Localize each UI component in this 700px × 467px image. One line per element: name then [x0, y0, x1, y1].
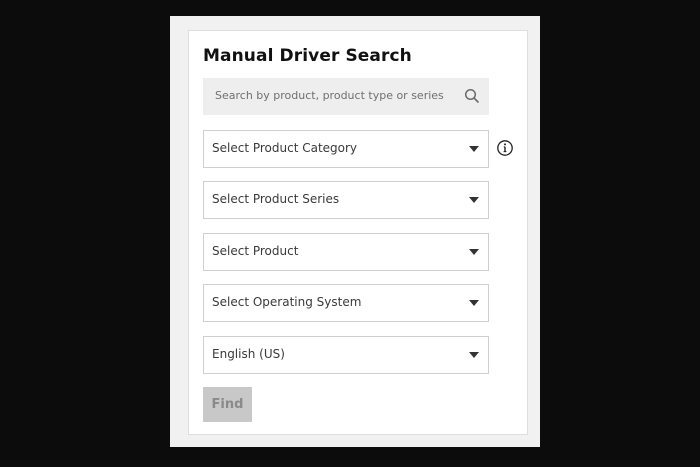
- product-category-label: Select Product Category: [212, 141, 358, 155]
- chevron-down-icon: [469, 146, 479, 152]
- operating-system-select[interactable]: Select Operating System: [203, 284, 489, 322]
- chevron-down-icon: [469, 197, 479, 203]
- panel-frame: Manual Driver Search Search by product, …: [170, 16, 540, 447]
- search-field[interactable]: Search by product, product type or serie…: [203, 78, 489, 115]
- info-icon[interactable]: [496, 139, 514, 157]
- operating-system-label: Select Operating System: [212, 295, 362, 309]
- search-input[interactable]: Search by product, product type or serie…: [215, 89, 444, 102]
- chevron-down-icon: [469, 300, 479, 306]
- search-icon[interactable]: [463, 87, 481, 105]
- find-button[interactable]: Find: [203, 387, 252, 422]
- chevron-down-icon: [469, 249, 479, 255]
- page-title: Manual Driver Search: [203, 46, 412, 66]
- chevron-down-icon: [469, 352, 479, 358]
- product-label: Select Product: [212, 244, 299, 258]
- language-select[interactable]: English (US): [203, 336, 489, 374]
- product-series-label: Select Product Series: [212, 192, 340, 206]
- product-series-select[interactable]: Select Product Series: [203, 181, 489, 219]
- language-label: English (US): [212, 347, 285, 361]
- manual-driver-search-card: Manual Driver Search Search by product, …: [188, 30, 528, 435]
- product-category-select[interactable]: Select Product Category: [203, 130, 489, 168]
- product-select[interactable]: Select Product: [203, 233, 489, 271]
